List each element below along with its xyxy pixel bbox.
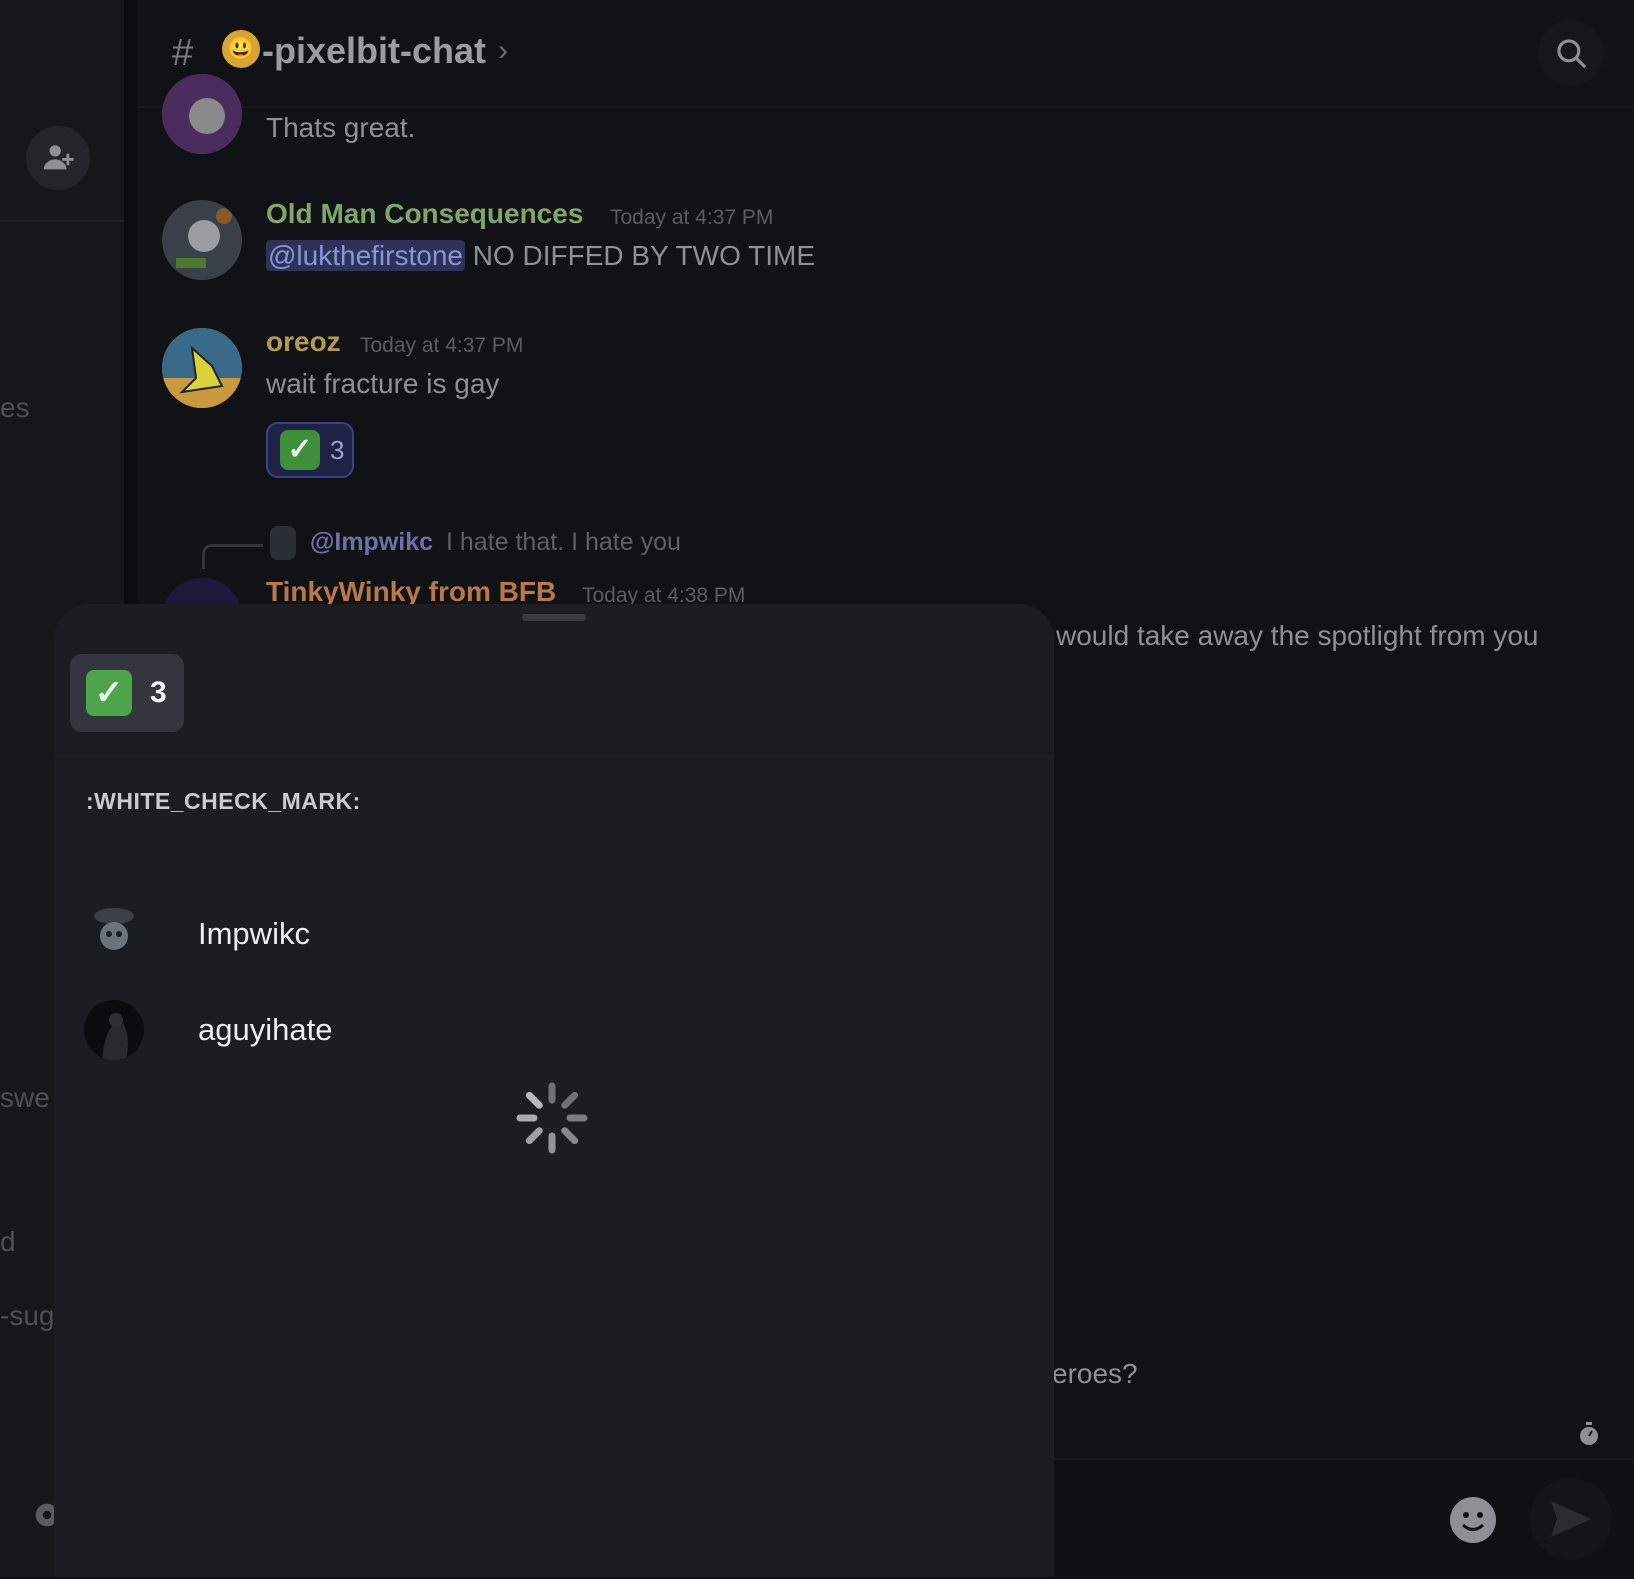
reply-preview[interactable]: @Impwikc I hate that. I hate you bbox=[310, 528, 681, 557]
avatar bbox=[84, 904, 144, 964]
search-icon bbox=[1557, 39, 1587, 69]
white-check-mark-icon: ✓ bbox=[86, 670, 132, 716]
white-check-mark-icon: ✓ bbox=[280, 430, 320, 470]
add-friend-icon bbox=[43, 145, 74, 170]
emoji-icon bbox=[1461, 1512, 1485, 1531]
send-button[interactable] bbox=[1530, 1478, 1612, 1560]
sheet-divider bbox=[54, 752, 1054, 754]
reply-text: I hate that. I hate you bbox=[445, 528, 681, 556]
reaction-user-name: Impwikc bbox=[198, 916, 310, 951]
reply-mention: @Impwikc bbox=[310, 528, 434, 556]
search-button[interactable] bbox=[1538, 20, 1604, 86]
reaction-tab[interactable]: ✓ 3 bbox=[70, 654, 184, 732]
message-username[interactable]: oreoz bbox=[266, 326, 341, 358]
avatar[interactable] bbox=[162, 74, 242, 154]
reactions-sheet: ✓ 3 :WHITE_CHECK_MARK: Impwikc aguyihate bbox=[54, 604, 1054, 1577]
reaction-emoji-label: :WHITE_CHECK_MARK: bbox=[86, 788, 361, 814]
chevron-right-icon: › bbox=[498, 34, 508, 67]
sidebar-fragment: d bbox=[0, 1226, 16, 1257]
reply-connector bbox=[202, 544, 263, 569]
reaction-user-row[interactable]: aguyihate bbox=[84, 1000, 1004, 1064]
timer-icon bbox=[1580, 1422, 1598, 1445]
sheet-drag-handle[interactable] bbox=[522, 614, 586, 621]
add-friend-button[interactable] bbox=[26, 126, 90, 190]
reaction-user-row[interactable]: Impwikc bbox=[84, 904, 1004, 968]
reaction-pill[interactable]: ✓ 3 bbox=[266, 422, 354, 478]
sidebar-fragment: -sug bbox=[0, 1300, 55, 1331]
channel-header: # 😃 -pixelbit-chat › bbox=[138, 0, 1634, 108]
reaction-tab-count: 3 bbox=[150, 676, 167, 709]
sidebar-fragment: es bbox=[0, 392, 30, 423]
reaction-user-name: aguyihate bbox=[198, 1012, 333, 1047]
message-timestamp: Today at 4:37 PM bbox=[360, 334, 524, 357]
message-text: @lukthefirstone NO DIFFED BY TWO TIME bbox=[266, 240, 815, 272]
sidebar-fragment: swe bbox=[0, 1082, 50, 1113]
avatar bbox=[84, 1000, 144, 1060]
sidebar-divider bbox=[0, 220, 124, 222]
emoji-button[interactable] bbox=[1450, 1497, 1496, 1543]
loading-spinner-icon bbox=[516, 1082, 588, 1154]
message-text-fragment: eroes? bbox=[1052, 1358, 1138, 1389]
avatar[interactable] bbox=[162, 200, 242, 280]
channel-emoji: 😃 bbox=[222, 30, 260, 68]
message-text-fragment: would take away the spotlight from you bbox=[1056, 620, 1539, 651]
user-mention[interactable]: @lukthefirstone bbox=[266, 240, 465, 271]
message-username[interactable]: Old Man Consequences bbox=[266, 198, 583, 230]
message-timestamp: Today at 4:37 PM bbox=[610, 206, 774, 229]
message-text: wait fracture is gay bbox=[266, 368, 500, 399]
reaction-count: 3 bbox=[330, 434, 345, 465]
message-body: NO DIFFED BY TWO TIME bbox=[472, 240, 815, 271]
message-text: Thats great. bbox=[266, 112, 416, 143]
reply-avatar bbox=[270, 526, 296, 560]
avatar[interactable] bbox=[162, 328, 242, 408]
hash-lock-icon: # bbox=[172, 32, 194, 74]
send-icon bbox=[1551, 1501, 1591, 1537]
channel-name[interactable]: -pixelbit-chat bbox=[262, 30, 486, 72]
